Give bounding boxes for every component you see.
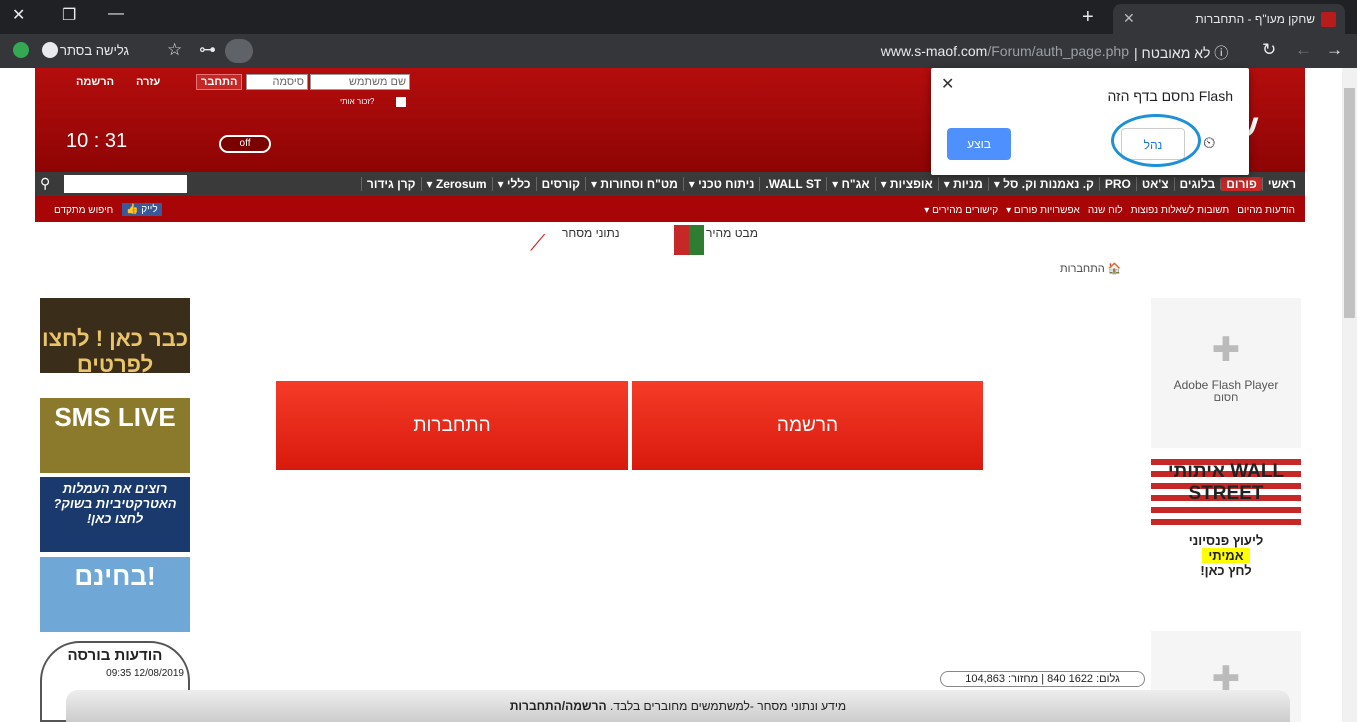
footer-text: מידע ונתוני מסחר -למשתמשים מחוברים בלבד. <box>609 699 847 713</box>
highlight-ring <box>1111 114 1201 167</box>
minimize-window-icon[interactable]: — <box>108 5 124 23</box>
pension-title: ליעוץ פנסיוני <box>1188 533 1264 548</box>
nav-item[interactable]: קרן גידור <box>360 177 421 191</box>
market-ticker: גלום: 1622 840 | מחזור: 104,863 <box>940 671 1145 687</box>
quick-view-link[interactable]: מבט מהיר <box>706 226 758 240</box>
sound-toggle-label: off <box>239 138 251 149</box>
site-favicon-icon <box>1321 12 1336 27</box>
done-button[interactable]: בוצע <box>947 128 1011 160</box>
nav-item[interactable]: ראשי <box>1261 177 1301 191</box>
url-path: /Forum/auth_page.php <box>987 43 1129 59</box>
main-nav: ראשי פורום בלוגים צ'אט PRO ק. נאמנות וק. סל ▾… <box>35 172 1305 196</box>
footer-notice: מידע ונתוני מסחר -למשתמשים מחוברים בלבד.… <box>66 690 1290 722</box>
flash-blocked-icon[interactable] <box>225 39 253 63</box>
search-icon[interactable]: ⚲ <box>40 175 50 192</box>
nav-search-input[interactable] <box>64 175 187 193</box>
popup-close-icon[interactable]: ✕ <box>941 74 954 94</box>
header-register-link[interactable]: הרשמה <box>76 76 114 88</box>
close-window-icon[interactable]: ✕ <box>12 5 25 25</box>
remember-checkbox[interactable] <box>396 97 406 107</box>
sub-nav-item[interactable]: תשובות לשאלות נפוצות <box>1131 205 1230 216</box>
news-title: הודעות בורסה <box>67 647 163 664</box>
ad-pro-banner[interactable]: כבר כאן ! לחצו לפרטים <box>40 298 190 373</box>
restore-window-icon[interactable]: ❐ <box>62 5 76 25</box>
incognito-label[interactable]: גלישה בסתר <box>60 43 129 58</box>
nav-item[interactable]: אג"ח ▾ <box>826 177 874 191</box>
nav-item[interactable]: פורום <box>1220 177 1262 191</box>
news-date: 09:35 12/08/2019 <box>106 668 184 679</box>
ad-sms-live[interactable]: SMS LIVE <box>40 398 190 473</box>
ad-free[interactable]: בחינם! <box>40 557 190 632</box>
nav-item[interactable]: צ'אט <box>1135 177 1174 191</box>
key-icon[interactable]: ⊶ <box>199 40 216 60</box>
like-button[interactable]: 👍 לייק <box>122 203 162 216</box>
header-login-button[interactable]: התחבר <box>196 74 243 90</box>
ad-wallstreet[interactable]: איתותי WALL STREET <box>1151 453 1301 528</box>
flash-placeholder[interactable]: ✚ Adobe Flash Player חסום <box>1151 298 1301 448</box>
like-label: לייק <box>141 204 158 215</box>
pension-click: לחץ כאן! <box>1200 563 1252 578</box>
reload-icon[interactable]: ↻ <box>1262 40 1276 60</box>
sub-nav-item[interactable]: לוח שנה <box>1088 205 1123 216</box>
help-link[interactable]: עזרה <box>136 76 160 88</box>
clock-icon: ⏲ <box>1203 135 1216 152</box>
nav-item[interactable]: בלוגים <box>1173 177 1221 191</box>
password-input[interactable]: סיסמה <box>246 74 308 90</box>
security-label: לא מאובטח <box>1141 45 1211 61</box>
nav-item[interactable]: קורסים <box>535 177 585 191</box>
nav-item[interactable]: מניות ▾ <box>937 177 988 191</box>
nav-item[interactable]: ק. נאמנות וק. סל ▾ <box>987 177 1099 191</box>
scrollbar[interactable] <box>1342 68 1357 722</box>
sub-nav-item[interactable]: אפשרויות פורום ▾ <box>1006 205 1080 216</box>
trade-chart-icon[interactable]: ⟋ <box>530 230 545 256</box>
trade-data-link[interactable]: נתוני מסחר <box>562 226 620 240</box>
advanced-search-link[interactable]: חיפוש מתקדם <box>54 205 113 216</box>
flash-blocked-popup: Flash נחסם בדף הזה ✕ נהל בוצע ⏲ <box>931 68 1249 175</box>
sub-nav-item[interactable]: הודעות מהיום <box>1237 205 1295 216</box>
browser-tab[interactable]: ✕ שחקן מעו"ף - התחברות <box>1113 4 1345 34</box>
security-indicator[interactable]: ⓘ לא מאובטח | <box>1134 43 1228 63</box>
update-icon[interactable] <box>13 42 29 58</box>
clock: 10 : 31 <box>66 130 128 152</box>
login-button[interactable]: התחברות <box>276 381 628 470</box>
register-button[interactable]: הרשמה <box>632 381 983 470</box>
flash-placeholder-title: Adobe Flash Player <box>1173 378 1279 392</box>
nav-item[interactable]: PRO <box>1098 177 1136 191</box>
ad-pension[interactable]: ליעוץ פנסיוני אמיתי לחץ כאן! <box>1151 533 1301 605</box>
nav-item[interactable]: WALL ST. <box>759 177 826 191</box>
pension-real: אמיתי <box>1202 548 1250 563</box>
sub-nav-links: הודעות מהיום תשובות לשאלות נפוצות לוח שנה א… <box>924 205 1295 216</box>
nav-item[interactable]: מט"ח וסחורות ▾ <box>584 177 683 191</box>
bookmark-star-icon[interactable]: ☆ <box>167 40 182 60</box>
plugin-icon: ✚ <box>1211 331 1241 369</box>
footer-register-link[interactable]: הרשמה/התחברות <box>510 699 607 713</box>
tab-title: שחקן מעו"ף - התחברות <box>1195 12 1315 26</box>
scrollbar-thumb[interactable] <box>1344 88 1355 318</box>
remember-label: זכור אותי? <box>340 97 375 106</box>
flash-placeholder-sub: חסום <box>1213 392 1239 404</box>
close-tab-icon[interactable]: ✕ <box>1123 10 1135 27</box>
sub-nav-item[interactable]: קישורים מהירים ▾ <box>924 205 998 216</box>
url-host: www.s-maof.com <box>880 43 988 59</box>
back-icon[interactable]: → <box>1326 40 1343 60</box>
breadcrumb-label: התחברות <box>1060 263 1105 275</box>
nav-item[interactable]: אופציות ▾ <box>874 177 938 191</box>
popup-title: Flash נחסם בדף הזה <box>1107 88 1233 104</box>
incognito-icon[interactable] <box>42 42 58 58</box>
breadcrumb[interactable]: 🏠 התחברות <box>1060 262 1122 275</box>
ad-commissions[interactable]: רוצים את העמלות האטרקטיביות בשוק? לחצו כ… <box>40 477 190 552</box>
nav-item[interactable]: כללי ▾ <box>491 177 536 191</box>
new-tab-icon[interactable]: + <box>1082 6 1094 29</box>
address-bar[interactable]: www.s-maof.com/Forum/auth_page.php <box>881 43 1129 59</box>
quick-view-icon[interactable] <box>674 225 704 255</box>
sound-toggle[interactable]: off <box>219 135 271 153</box>
username-input[interactable]: שם משתמש <box>310 74 410 90</box>
forward-icon[interactable]: ← <box>1295 40 1312 60</box>
nav-item[interactable]: Zerosum ▾ <box>420 177 492 191</box>
nav-item[interactable]: ניתוח טכני ▾ <box>682 177 760 191</box>
